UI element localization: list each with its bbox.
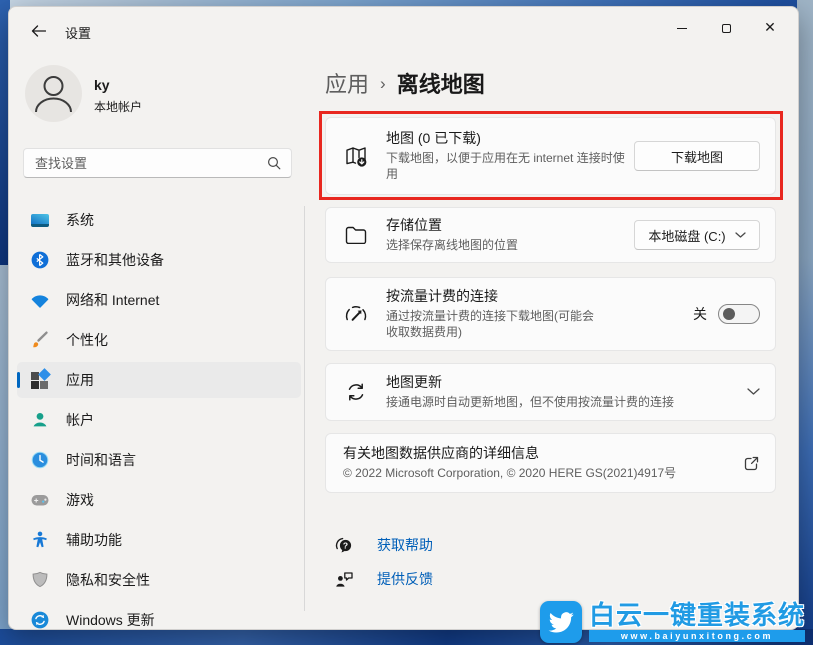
accounts-icon bbox=[30, 410, 50, 430]
maps-card-description: 下载地图，以便于应用在无 internet 连接时使用 bbox=[386, 150, 632, 184]
search-icon[interactable] bbox=[267, 156, 281, 170]
maps-card: 地图 (0 已下载) 下载地图，以便于应用在无 internet 连接时使用 下… bbox=[325, 117, 776, 195]
watermark-title: 白云一键重装系统 bbox=[589, 602, 805, 629]
sidebar-item-accounts[interactable]: 帐户 bbox=[17, 402, 301, 438]
metered-toggle[interactable] bbox=[718, 304, 760, 324]
updates-card-description: 接通电源时自动更新地图，但不使用按流量计费的连接 bbox=[386, 394, 674, 411]
user-icon bbox=[25, 65, 82, 122]
time-language-icon bbox=[30, 450, 50, 470]
map-updates-card[interactable]: 地图更新 接通电源时自动更新地图，但不使用按流量计费的连接 bbox=[325, 363, 776, 421]
sidebar-item-network[interactable]: 网络和 Internet bbox=[17, 282, 301, 318]
storage-card: 存储位置 选择保存离线地图的位置 本地磁盘 (C:) bbox=[325, 207, 776, 263]
external-link-icon bbox=[743, 455, 760, 472]
gaming-icon bbox=[30, 490, 50, 510]
breadcrumb-separator-icon: › bbox=[380, 74, 386, 94]
bluetooth-icon bbox=[30, 250, 50, 270]
avatar[interactable] bbox=[25, 65, 82, 122]
toggle-state-label: 关 bbox=[693, 304, 707, 324]
download-maps-button[interactable]: 下载地图 bbox=[634, 141, 760, 171]
watermark-bird-icon bbox=[540, 601, 582, 643]
user-name: ky bbox=[94, 77, 110, 93]
watermark: 白云一键重装系统 www.baiyunxitong.com bbox=[540, 601, 805, 643]
network-icon bbox=[30, 290, 50, 310]
expand-chevron-icon[interactable] bbox=[747, 388, 760, 396]
meter-icon bbox=[343, 304, 369, 324]
toggle-knob bbox=[723, 308, 735, 320]
sidebar-item-windows-update[interactable]: Windows 更新 bbox=[17, 602, 301, 638]
provider-card-title: 有关地图数据供应商的详细信息 bbox=[343, 444, 676, 463]
page-title: 离线地图 bbox=[397, 67, 485, 99]
sidebar-item-bluetooth[interactable]: 蓝牙和其他设备 bbox=[17, 242, 301, 278]
metered-card: 按流量计费的连接 通过按流量计费的连接下载地图(可能会收取数据费用) 关 bbox=[325, 277, 776, 351]
folder-icon bbox=[343, 226, 369, 244]
sidebar-item-accessibility[interactable]: 辅助功能 bbox=[17, 522, 301, 558]
settings-window: 设置 ✕ ky 本地帐户 系统 蓝牙和其他设备 bbox=[8, 6, 799, 630]
privacy-icon bbox=[30, 570, 50, 590]
get-help-link[interactable]: ? 获取帮助 bbox=[325, 533, 433, 557]
sidebar-item-system[interactable]: 系统 bbox=[17, 202, 301, 238]
provider-card-copyright: © 2022 Microsoft Corporation, © 2020 HER… bbox=[343, 465, 676, 482]
metered-card-description: 通过按流量计费的连接下载地图(可能会收取数据费用) bbox=[386, 308, 598, 342]
storage-card-description: 选择保存离线地图的位置 bbox=[386, 237, 518, 254]
refresh-icon bbox=[343, 381, 369, 403]
provider-info-card[interactable]: 有关地图数据供应商的详细信息 © 2022 Microsoft Corporat… bbox=[325, 433, 776, 493]
windows-update-icon bbox=[30, 610, 50, 630]
maximize-icon bbox=[722, 24, 731, 33]
accessibility-icon bbox=[30, 530, 50, 550]
metered-card-title: 按流量计费的连接 bbox=[386, 287, 598, 306]
apps-icon bbox=[30, 370, 50, 390]
minimize-icon bbox=[677, 28, 687, 29]
desktop: { "titlebar": { "title": "设置" }, "user":… bbox=[0, 0, 813, 645]
maps-card-title: 地图 (0 已下载) bbox=[386, 129, 632, 148]
minimize-button[interactable] bbox=[660, 11, 704, 45]
sidebar-item-time-language[interactable]: 时间和语言 bbox=[17, 442, 301, 478]
window-title: 设置 bbox=[65, 23, 91, 42]
feedback-icon bbox=[335, 570, 354, 588]
get-help-icon: ? bbox=[335, 536, 354, 555]
watermark-url: www.baiyunxitong.com bbox=[589, 630, 805, 642]
breadcrumb-parent[interactable]: 应用 bbox=[325, 67, 369, 99]
back-button[interactable] bbox=[25, 19, 51, 43]
close-button[interactable]: ✕ bbox=[748, 11, 792, 45]
close-icon: ✕ bbox=[764, 21, 776, 35]
chevron-down-icon bbox=[735, 232, 746, 239]
back-arrow-icon bbox=[31, 25, 46, 37]
sidebar-nav: 系统 蓝牙和其他设备 网络和 Internet 个性化 应用 bbox=[17, 202, 301, 642]
user-account-type: 本地帐户 bbox=[94, 98, 142, 115]
sidebar-item-privacy[interactable]: 隐私和安全性 bbox=[17, 562, 301, 598]
system-icon bbox=[30, 210, 50, 230]
sidebar-item-apps[interactable]: 应用 bbox=[17, 362, 301, 398]
map-download-icon bbox=[343, 144, 369, 168]
storage-location-value: 本地磁盘 (C:) bbox=[648, 226, 725, 245]
svg-text:?: ? bbox=[343, 540, 348, 550]
sidebar-item-personalization[interactable]: 个性化 bbox=[17, 322, 301, 358]
search-input[interactable] bbox=[24, 156, 267, 171]
window-controls: ✕ bbox=[660, 11, 792, 45]
feedback-link[interactable]: 提供反馈 bbox=[325, 567, 433, 591]
updates-card-title: 地图更新 bbox=[386, 373, 674, 392]
personalization-icon bbox=[30, 330, 50, 350]
sidebar-item-gaming[interactable]: 游戏 bbox=[17, 482, 301, 518]
wallpaper-right bbox=[797, 0, 813, 645]
search-box bbox=[23, 148, 292, 178]
storage-card-title: 存储位置 bbox=[386, 216, 518, 235]
sidebar-divider bbox=[304, 206, 305, 611]
maximize-button[interactable] bbox=[704, 11, 748, 45]
breadcrumb: 应用 › 离线地图 bbox=[325, 67, 485, 99]
storage-location-dropdown[interactable]: 本地磁盘 (C:) bbox=[634, 220, 760, 250]
